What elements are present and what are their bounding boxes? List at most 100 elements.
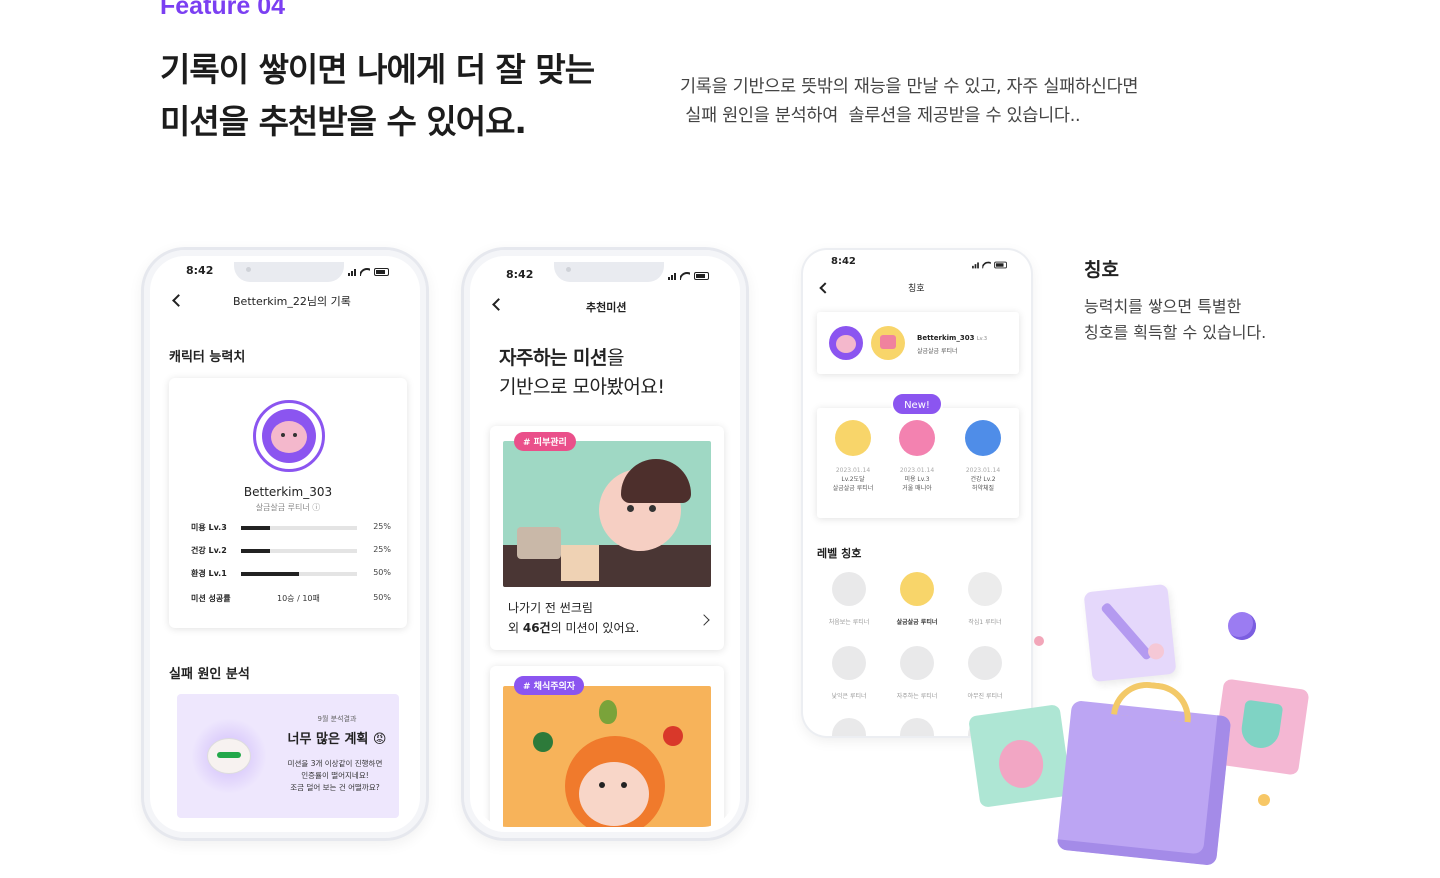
status-icons (348, 268, 389, 276)
camera-dot (246, 267, 251, 272)
heading-line-2: 기반으로 모아봤어요! (499, 376, 665, 398)
vase-card (968, 704, 1072, 808)
title-badge (871, 326, 905, 360)
stat-percent: 25% (373, 522, 391, 531)
shield-icon (1239, 699, 1284, 751)
bandage-badge-icon (965, 420, 1001, 456)
tomato-icon (663, 726, 683, 746)
stat-fill (241, 572, 299, 576)
mission-card[interactable]: # 피부관리 나가기 전 썬크림 외 46건의 미션이 있어요. (490, 426, 724, 650)
status-icons (972, 261, 1007, 269)
sword-card (1083, 583, 1177, 683)
gift-box (1056, 678, 1232, 866)
status-icons (668, 272, 709, 280)
headline-line-2: 미션을 추천받을 수 있어요. (160, 102, 527, 141)
stat-bar (241, 526, 357, 530)
stat-percent: 50% (373, 568, 391, 577)
description-line-1: 기록을 기반으로 뜻밖의 재능을 만날 수 있고, 자주 실패하신다면 (680, 77, 1139, 97)
headline-line-1: 기록이 쌓이면 나에게 더 잘 맞는 (160, 50, 595, 89)
rewards-illustration (960, 580, 1320, 870)
headline: 기록이 쌓이면 나에게 더 잘 맞는 미션을 추천받을 수 있어요. (160, 44, 595, 148)
new-titles-card: 2023.01.14 Lv.2도달 살금살금 루티너 2023.01.14 미용 Lv… (817, 408, 1019, 518)
status-time: 8:42 (506, 268, 534, 281)
feature-description: 기록을 기반으로 뜻밖의 재능을 만날 수 있고, 자주 실패하신다면 실패 원… (680, 73, 1138, 131)
mission-label: 미션 성공률 (191, 594, 231, 603)
phone-record: 8:42 Betterkim_22님의 기록 캐릭터 능력치 Betterkim… (141, 247, 429, 841)
sword-icon (1100, 601, 1154, 662)
signal-icon (348, 268, 356, 276)
new-title-item[interactable]: 2023.01.14 미용 Lv.3 거울 매니아 (887, 420, 947, 510)
tag-skincare: # 피부관리 (514, 432, 576, 451)
mirror-badge-icon (899, 420, 935, 456)
avatar (253, 400, 325, 472)
recommend-heading: 자주하는 미션을 기반으로 모아봤어요! (499, 344, 665, 402)
profile-name: Betterkim_303 Lv.3 (917, 334, 988, 342)
new-title-item[interactable]: 2023.01.14 Lv.2도달 살금살금 루티너 (823, 420, 883, 510)
avocado-icon (599, 700, 617, 724)
back-button[interactable] (492, 298, 505, 311)
wifi-icon (360, 268, 370, 276)
profile-card: Betterkim_303 Lv.3 살금살금 루티너 (817, 312, 1019, 374)
battery-icon (994, 261, 1007, 269)
fail-text: 미션을 3개 이상같이 진행하면 인증률이 떨어지네요! 조금 덜어 보는 건 … (287, 759, 383, 792)
sparkle-dot (1258, 794, 1270, 806)
stat-row: 건강 Lv.2 25% (169, 545, 407, 557)
description-line-2: 실패 원인을 분석하여 솔루션을 제공받을 수 있습니다.. (680, 106, 1081, 126)
page-title: 칭호 (908, 284, 925, 294)
chevron-right-icon[interactable] (698, 614, 710, 626)
stat-bar (241, 549, 357, 553)
stat-label: 미용 Lv.3 (191, 523, 227, 532)
back-button[interactable] (172, 294, 185, 307)
character-hair (621, 459, 691, 503)
wifi-icon (680, 272, 690, 280)
phone-notch (234, 262, 344, 282)
stat-label: 건강 Lv.2 (191, 546, 227, 555)
fail-date: 9월 분석결과 (317, 715, 357, 723)
avatar-inner (262, 409, 316, 463)
level-item-partial (900, 718, 934, 736)
gift-ribbon (1111, 678, 1195, 723)
character-glasses (217, 752, 241, 758)
stat-bar (241, 572, 357, 576)
camera-dot (566, 267, 571, 272)
side-description: 능력치를 쌓으면 특별한 칭호를 획득할 수 있습니다. (1084, 297, 1267, 342)
gem-coin-icon (1228, 612, 1256, 640)
new-title-item[interactable]: 2023.01.14 건강 Lv.2 허약체질 (953, 420, 1013, 510)
mission-success-row: 미션 성공률 10승 / 10패 50% (169, 593, 407, 605)
avatar (829, 326, 863, 360)
status-time: 8:42 (186, 264, 214, 277)
stat-label: 환경 Lv.1 (191, 569, 227, 578)
stat-percent: 25% (373, 545, 391, 554)
mission-count: 10승 / 10패 (277, 594, 320, 603)
back-button[interactable] (819, 282, 831, 294)
page-title: 추천미션 (586, 301, 627, 314)
level-item-partial (832, 718, 866, 736)
section-title-level: 레벨 칭호 (817, 547, 862, 560)
fail-analysis-card[interactable]: 9월 분석결과 너무 많은 계획 😡 미션을 3개 이상같이 진행하면 인증률이… (177, 694, 399, 818)
section-title-fail: 실패 원인 분석 (169, 667, 250, 682)
character-face (579, 762, 649, 826)
gift-badge-icon (900, 572, 934, 606)
mission-text: 나가기 전 썬크림 외 46건의 미션이 있어요. (508, 598, 639, 638)
record-screen: 8:42 Betterkim_22님의 기록 캐릭터 능력치 Betterkim… (156, 262, 414, 827)
stat-row: 미용 Lv.3 25% (169, 522, 407, 534)
tag-vegetarian: # 채식주의자 (514, 676, 585, 695)
profile-sub: 살금살금 루티너 (917, 348, 958, 355)
stats-card: Betterkim_303 살금살금 루티너 ⓘ 미용 Lv.3 25% 건강 … (169, 378, 407, 628)
mission-title: 나가기 전 썬크림 (508, 601, 593, 615)
character-face (271, 421, 307, 453)
phone-notch (554, 262, 664, 282)
mission-percent: 50% (373, 593, 391, 602)
broccoli-icon (533, 732, 553, 752)
feature-label: Feature 04 (160, 0, 286, 20)
battery-icon (694, 272, 709, 280)
username: Betterkim_303 (243, 485, 333, 499)
stat-fill (241, 526, 270, 530)
battery-icon (374, 268, 389, 276)
hands-badge-icon (832, 646, 866, 680)
gift-badge-icon (835, 420, 871, 456)
calendar-badge-icon (900, 646, 934, 680)
stat-fill (241, 549, 270, 553)
mission-card[interactable]: # 채식주의자 (490, 666, 724, 827)
phone-recommend: 8:42 추천미션 자주하는 미션을 기반으로 모아봤어요! # 피부관리 나가… (461, 247, 749, 841)
